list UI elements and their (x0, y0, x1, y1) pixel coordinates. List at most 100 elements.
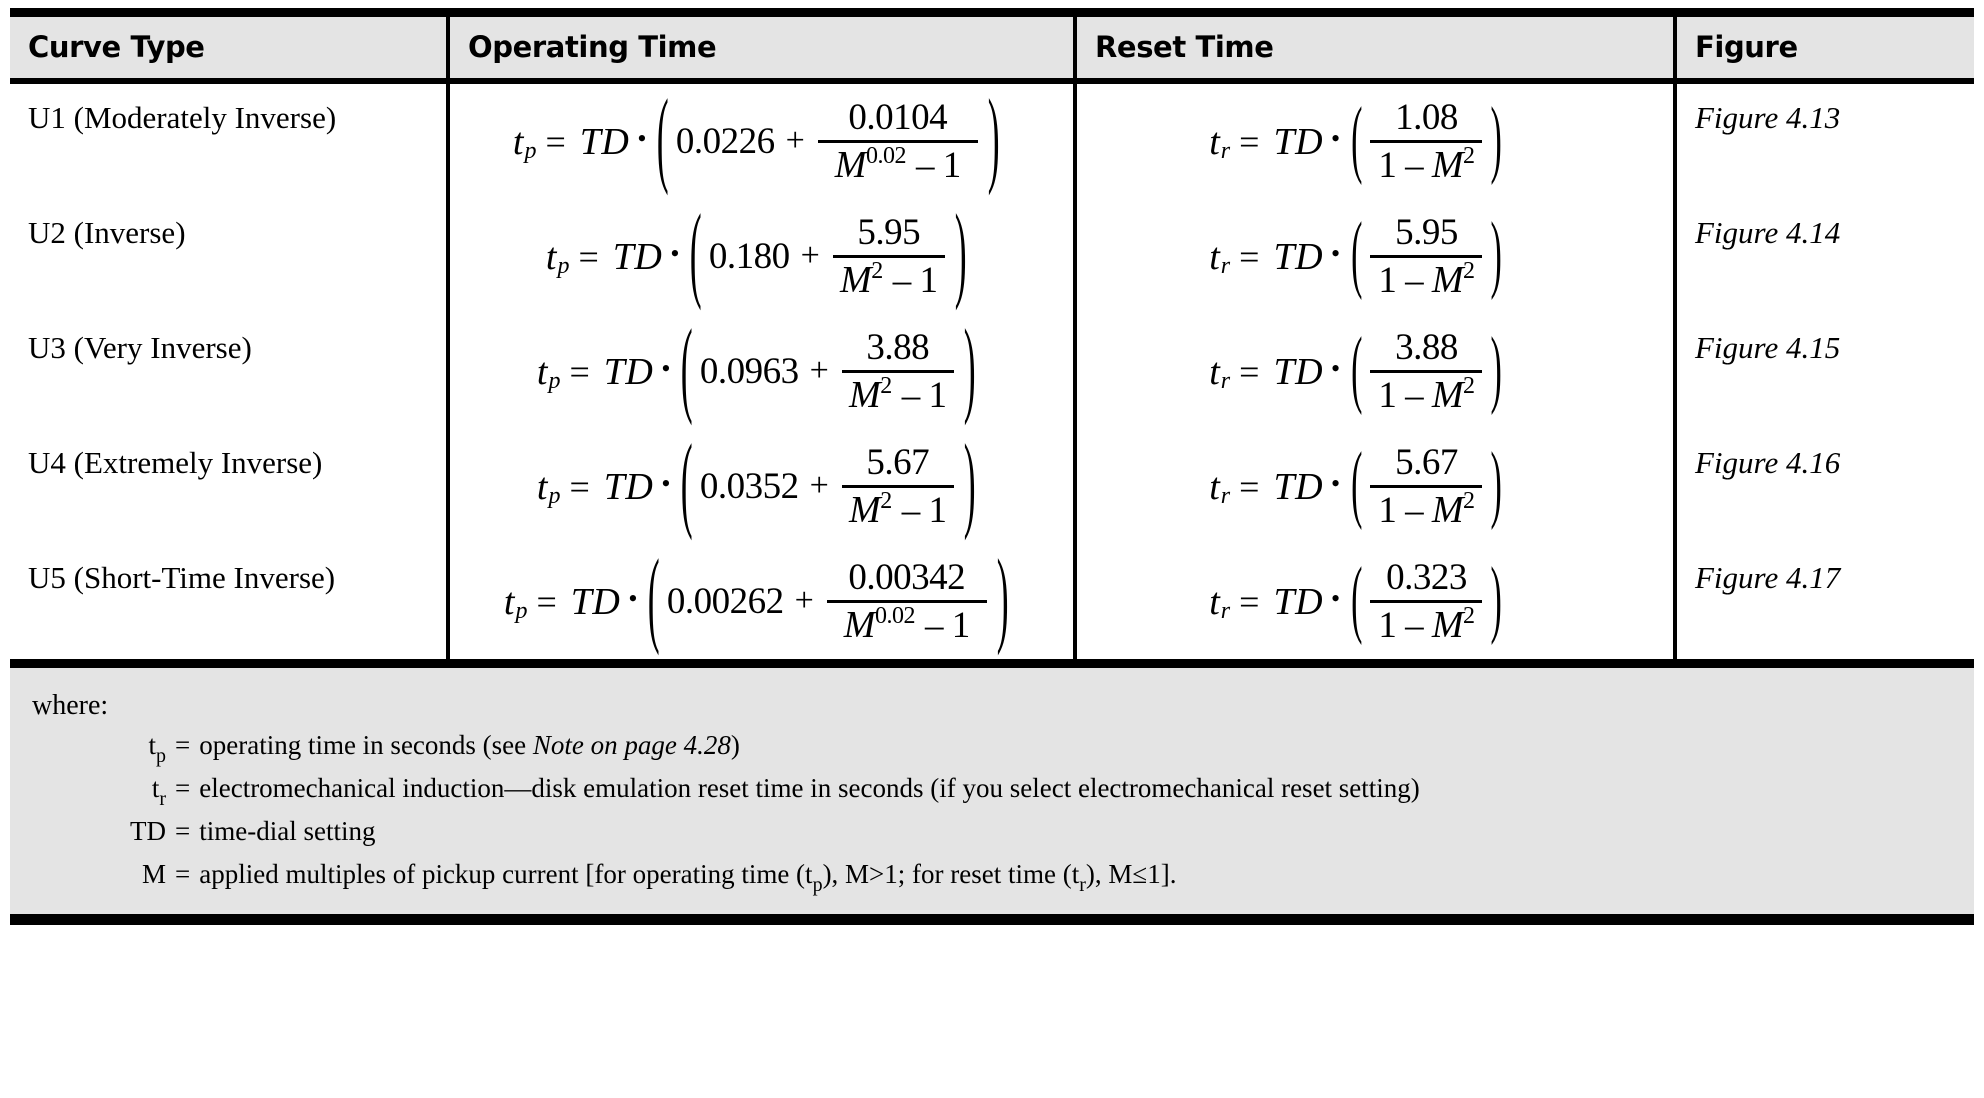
left-paren: ( (681, 310, 694, 428)
numerator: 0.00342 (848, 557, 966, 599)
formula-variable: t (1209, 580, 1220, 623)
table-row: U1 (Moderately Inverse) tp = TD • ( 0.02… (10, 81, 1974, 199)
column-header-figure: Figure (1673, 12, 1974, 84)
definition-symbol-td: TD (130, 816, 166, 846)
denominator-tail: – 1 (901, 489, 947, 531)
formula-subscript: p (515, 598, 528, 624)
cell-operating-time: tp = TD • ( 0.180 + 5.95 M2– 1) (446, 195, 1075, 314)
m-exponent: 2 (1463, 257, 1475, 284)
cell-operating-time: tp = TD • ( 0.0226 + 0.0104 M0.02– 1) (446, 81, 1075, 199)
formula-group: 0.0226 + 0.0104 M0.02 – 1 (676, 98, 981, 185)
table-row: U2 (Inverse) tp = TD • ( 0.180 + 5.95 M2… (10, 199, 1974, 314)
time-dial-symbol: TD (612, 235, 663, 278)
left-paren: ( (690, 195, 703, 313)
equals-sign: = (569, 351, 590, 392)
cell-figure: Figure 4.15 (1673, 314, 1974, 429)
cell-reset-time: tr = TD • ( 0.323 1 – M2 ) (1073, 544, 1675, 664)
m-exponent: 0.02 (874, 602, 916, 629)
numerator: 0.0104 (848, 97, 948, 139)
cell-figure: Figure 4.13 (1673, 81, 1974, 199)
column-header-curve-type: Curve Type (10, 12, 448, 84)
denominator-lead: 1 – (1378, 604, 1424, 646)
curve-equations-table: Curve Type Operating Time Reset Time Fig… (10, 8, 1974, 668)
definitions-note: where: tp = operating time in seconds (s… (10, 668, 1974, 925)
denominator-tail: – 1 (915, 144, 961, 186)
time-dial-symbol: TD (603, 350, 654, 393)
denominator: 1 – M2 (1372, 488, 1480, 531)
cell-operating-time: tp = TD • ( 0.00262 + 0.00342 M0.02– 1) (446, 544, 1075, 664)
fraction: 5.67 1 – M2 (1370, 443, 1483, 531)
multiply-dot: • (661, 353, 671, 383)
curve-type-label: U4 (Extremely Inverse) (28, 445, 323, 480)
right-paren: ) (1490, 552, 1502, 647)
where-label: where: (32, 690, 109, 721)
numerator: 3.88 (866, 327, 930, 369)
denominator: 1 – M2 (1372, 143, 1480, 186)
right-paren: ) (954, 195, 967, 313)
operating-time-formula: tp = TD • ( 0.0226 + 0.0104 M0.02– 1) (450, 84, 1073, 199)
time-dial-symbol: TD (579, 120, 630, 163)
left-paren: ( (681, 425, 694, 543)
formula-variable: t (503, 580, 515, 623)
m-exponent: 2 (1463, 487, 1475, 514)
equals-sign: = (1239, 466, 1260, 507)
plus-sign: + (785, 122, 805, 160)
right-paren: ) (1490, 92, 1502, 187)
m-variable: M (1431, 143, 1464, 186)
m-line-subscript-p: p (812, 874, 823, 896)
equals-sign: = (1239, 351, 1260, 392)
fraction: 5.95 M2 – 1 (832, 213, 945, 301)
time-dial-symbol: TD (1273, 580, 1324, 623)
right-paren: ) (987, 80, 1000, 198)
definition-row-td: TD = time-dial setting (130, 818, 1420, 861)
time-dial-symbol: TD (1273, 120, 1324, 163)
fraction: 0.00342 M0.02 – 1 (826, 557, 987, 646)
reset-time-formula: tr = TD • ( 3.88 1 – M2 ) (1077, 314, 1673, 429)
denominator-lead: 1 – (1378, 259, 1424, 301)
reset-time-formula: tr = TD • ( 5.95 1 – M2 ) (1077, 199, 1673, 314)
formula-variable: t (512, 120, 524, 163)
definition-equals: = (175, 859, 191, 889)
multiply-dot: • (628, 583, 638, 613)
m-variable: M (840, 258, 872, 301)
cell-reset-time: tr = TD • ( 1.08 1 – M2 ) (1073, 81, 1675, 199)
multiply-dot: • (1331, 353, 1341, 383)
formula-variable: t (1209, 465, 1220, 508)
m-exponent: 0.02 (865, 142, 907, 169)
multiply-dot: • (670, 238, 680, 268)
m-variable: M (1431, 258, 1464, 301)
figure-reference: Figure 4.17 (1695, 560, 1841, 595)
cell-reset-time: tr = TD • ( 5.95 1 – M2 ) (1073, 199, 1675, 314)
definition-equals: = (175, 773, 191, 803)
denominator: M2 – 1 (843, 373, 952, 416)
equals-sign: = (578, 236, 599, 277)
cell-figure: Figure 4.16 (1673, 429, 1974, 544)
m-variable: M (834, 143, 867, 186)
cell-curve-type: U1 (Moderately Inverse) (10, 81, 448, 199)
formula-subscript: p (557, 253, 570, 279)
equals-sign: = (1239, 581, 1260, 622)
curve-type-label: U5 (Short-Time Inverse) (28, 560, 336, 595)
table-row: U4 (Extremely Inverse) tp = TD • ( 0.035… (10, 429, 1974, 544)
cell-reset-time: tr = TD • ( 5.67 1 – M2 ) (1073, 429, 1675, 544)
cell-curve-type: U4 (Extremely Inverse) (10, 429, 448, 544)
definition-row-tp: tp = operating time in seconds (see Note… (130, 732, 1420, 775)
figure-reference: Figure 4.16 (1695, 445, 1841, 480)
left-paren: ( (1351, 207, 1363, 302)
multiply-dot: • (1331, 583, 1341, 613)
multiply-dot: • (661, 468, 671, 498)
fraction: 3.88 1 – M2 (1370, 328, 1483, 416)
m-exponent: 2 (1463, 602, 1475, 629)
denominator: M0.02 – 1 (838, 603, 976, 646)
formula-subscript: r (1220, 598, 1231, 624)
fraction: 0.323 1 – M2 (1370, 558, 1483, 646)
constant-term: 0.180 (708, 235, 790, 277)
plus-sign: + (809, 352, 829, 390)
formula-subscript: r (1220, 138, 1231, 164)
definition-equals: = (175, 730, 191, 760)
denominator: M0.02 – 1 (829, 143, 967, 186)
equals-sign: = (545, 121, 566, 162)
formula-subscript: r (1220, 253, 1231, 279)
right-paren: ) (1490, 207, 1502, 302)
multiply-dot: • (637, 123, 647, 153)
